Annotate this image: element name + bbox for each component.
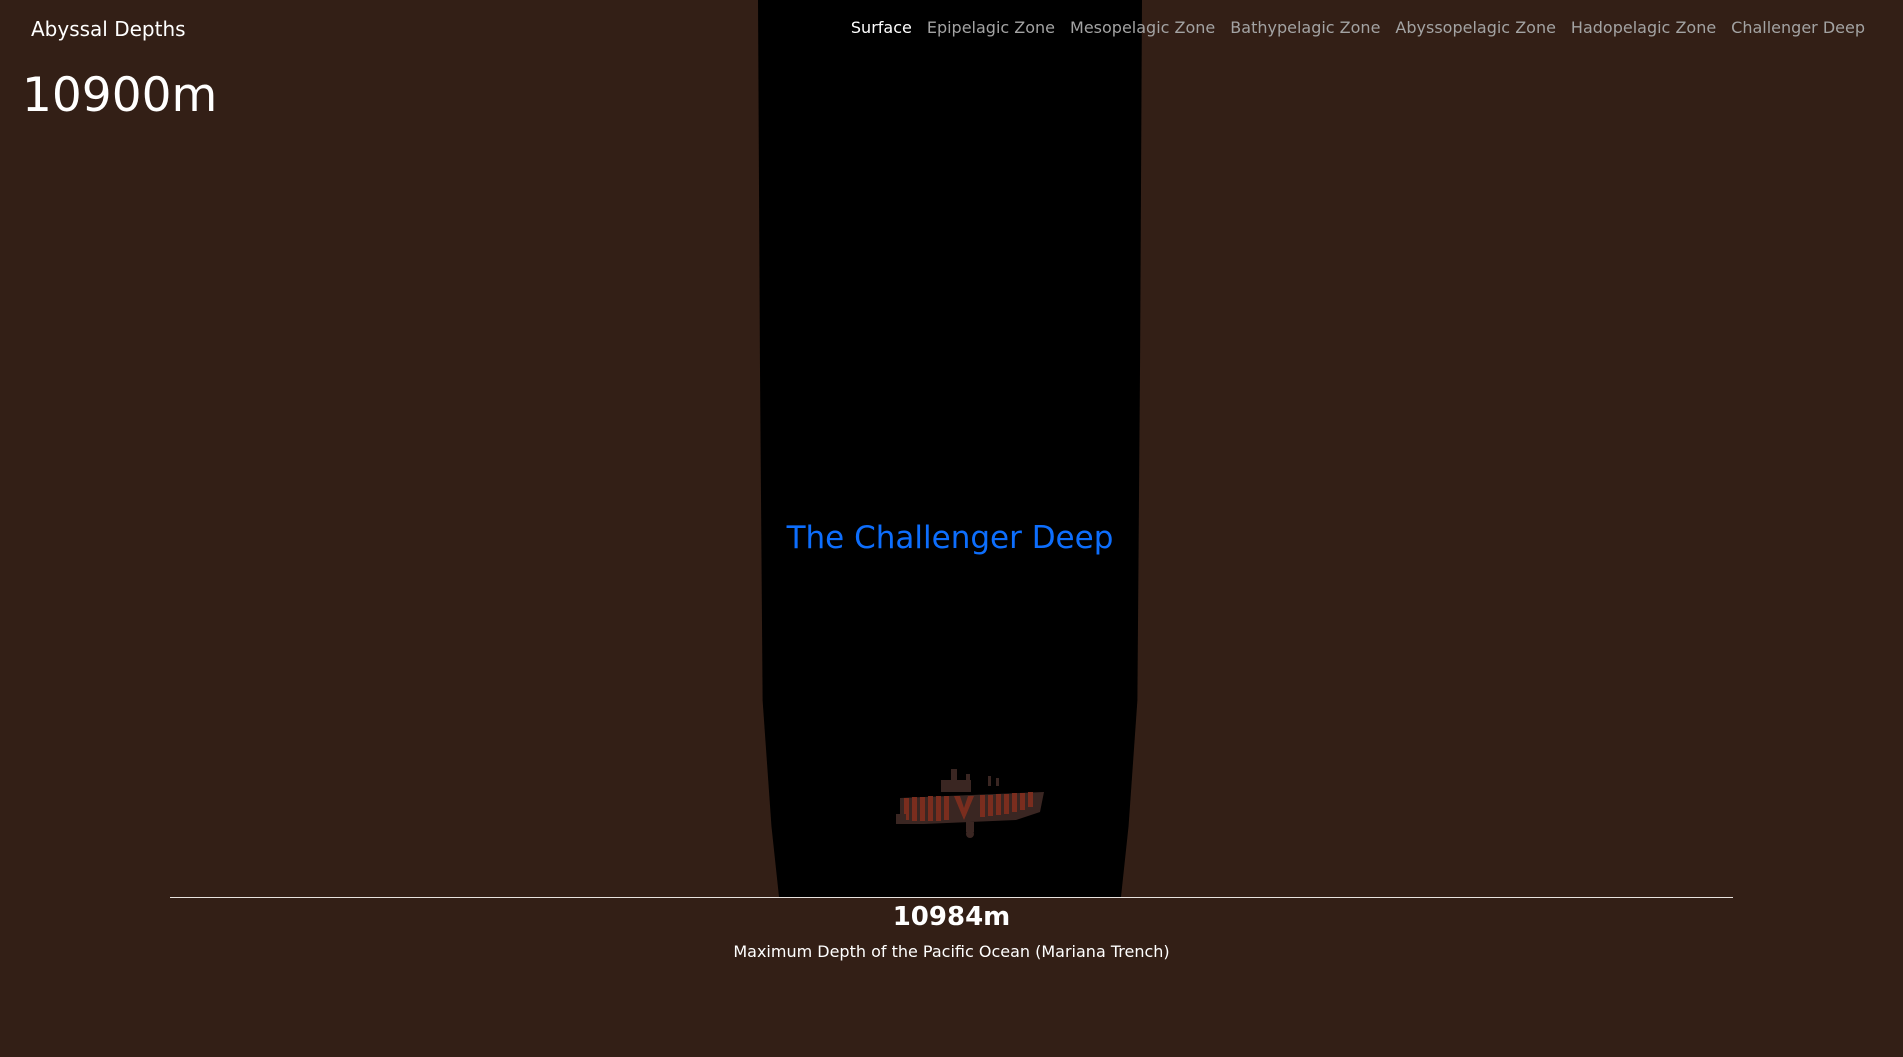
nav-item-challenger-deep[interactable]: Challenger Deep	[1731, 16, 1865, 40]
max-depth-caption: Maximum Depth of the Pacific Ocean (Mari…	[733, 942, 1170, 961]
submarine-icon	[896, 762, 1046, 842]
current-depth-readout: 10900m	[22, 68, 218, 123]
nav-item-hadopelagic[interactable]: Hadopelagic Zone	[1571, 16, 1716, 40]
nav-item-surface[interactable]: Surface	[851, 16, 912, 40]
max-depth-value: 10984m	[892, 902, 1011, 932]
site-title[interactable]: Abyssal Depths	[31, 15, 186, 43]
zone-navigation: Surface Epipelagic Zone Mesopelagic Zone…	[851, 16, 1865, 40]
trench-floor-line	[170, 897, 1733, 898]
nav-item-mesopelagic[interactable]: Mesopelagic Zone	[1070, 16, 1215, 40]
zone-title: The Challenger Deep	[786, 520, 1114, 556]
nav-item-epipelagic[interactable]: Epipelagic Zone	[927, 16, 1055, 40]
nav-item-bathypelagic[interactable]: Bathypelagic Zone	[1230, 16, 1380, 40]
nav-item-abyssopelagic[interactable]: Abyssopelagic Zone	[1395, 16, 1556, 40]
page: Abyssal Depths 10900m Surface Epipelagic…	[0, 0, 1903, 1057]
